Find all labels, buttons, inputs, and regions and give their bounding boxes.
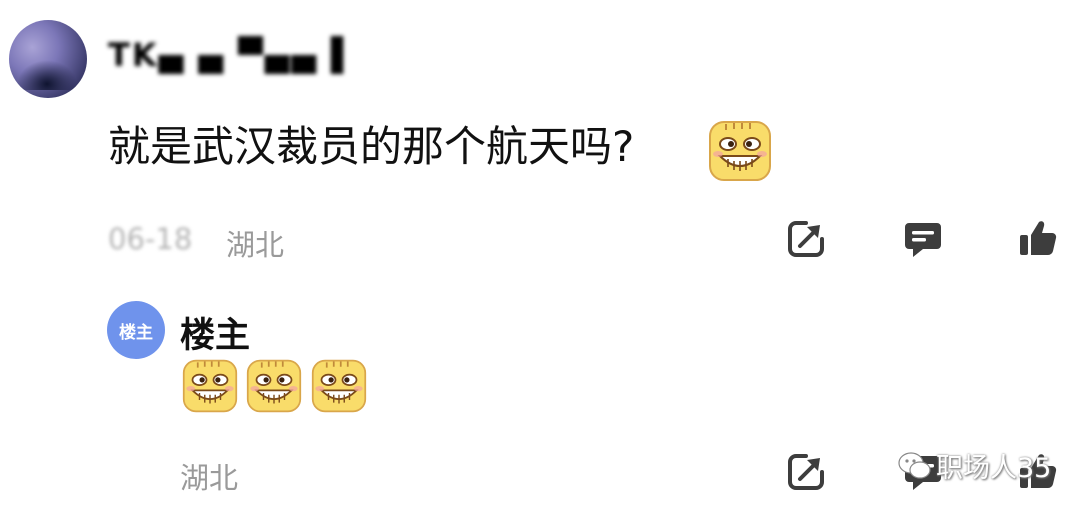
commenter-avatar[interactable]	[9, 20, 87, 98]
author-avatar[interactable]: 楼主	[107, 301, 165, 359]
wechat-icon	[898, 451, 931, 479]
comment-icon[interactable]	[903, 219, 943, 259]
watermark-text: 职场人35	[936, 453, 1052, 484]
comment-text: 就是武汉裁员的那个航天吗?	[108, 122, 635, 171]
watermark: 职场人35	[898, 446, 1051, 485]
comment-date: 06-18	[108, 222, 193, 256]
commenter-username[interactable]: TK▄ ▄ ▀▄▄ ▌	[108, 36, 358, 74]
grin-emoji-icon	[709, 121, 771, 181]
grin-emoji-icon	[311, 359, 367, 413]
comment-location: 湖北	[226, 228, 285, 262]
share-icon[interactable]	[786, 452, 826, 492]
grin-emoji-icon	[246, 359, 302, 413]
reply-location: 湖北	[180, 461, 239, 495]
reply-author-name[interactable]: 楼主	[180, 307, 250, 358]
share-icon[interactable]	[786, 219, 826, 259]
thumbs-up-icon[interactable]	[1018, 218, 1058, 258]
grin-emoji-icon	[182, 359, 238, 413]
